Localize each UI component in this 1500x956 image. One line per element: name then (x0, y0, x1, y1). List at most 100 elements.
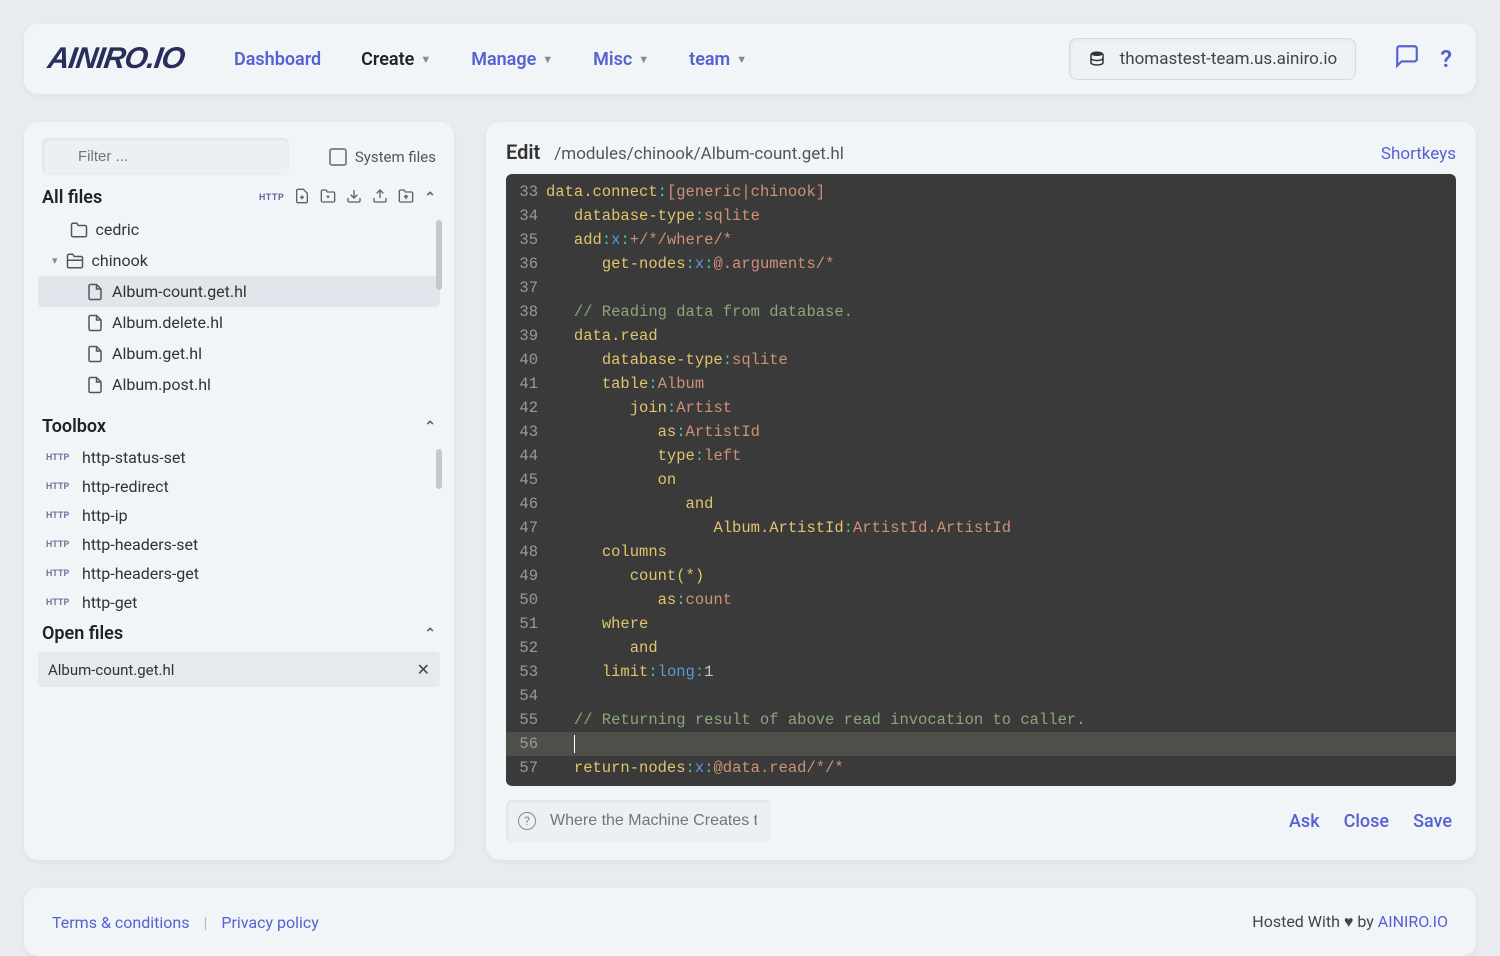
main: System files All files HTTP ⌃ ▸ cedric (24, 122, 1476, 860)
editor-header: Edit /modules/chinook/Album-count.get.hl… (506, 140, 1456, 174)
help-icon[interactable]: ? (1440, 45, 1452, 73)
file-icon (86, 283, 104, 301)
chevron-down-icon: ▼ (638, 53, 649, 66)
toolbox-item[interactable]: HTTP http-headers-get (38, 559, 440, 588)
scrollbar[interactable] (436, 220, 442, 290)
help-circle-icon: ? (518, 812, 536, 830)
http-badge-icon: HTTP (46, 482, 74, 492)
toolbox-item[interactable]: HTTPhttp-headers-set (38, 530, 440, 559)
chevron-down-icon: ▼ (736, 53, 747, 66)
open-file-item[interactable]: Album-count.get.hl ✕ (38, 652, 440, 687)
file-name: Album.delete.hl (112, 313, 223, 332)
heart-icon: ♥ (1344, 912, 1354, 931)
editor-panel: Edit /modules/chinook/Album-count.get.hl… (486, 122, 1476, 860)
chat-icon[interactable] (1394, 43, 1420, 75)
hosted-by-text: by (1357, 912, 1377, 931)
all-files-title: All files (42, 187, 102, 208)
system-files-label: System files (355, 148, 436, 166)
toolbox-name: http-headers-get (82, 564, 199, 583)
open-files-header: Open files ⌃ (34, 611, 444, 650)
code-editor[interactable]: 33data.connect:[generic|chinook]34 datab… (506, 174, 1456, 786)
toolbox-title: Toolbox (42, 416, 106, 437)
open-files-title: Open files (42, 623, 123, 644)
collapse-icon[interactable]: ⌃ (424, 626, 436, 642)
nav-misc-label: Misc (593, 49, 632, 70)
file-name: Album.post.hl (112, 375, 211, 394)
new-file-icon[interactable] (294, 188, 310, 208)
file-tree: ▸ cedric ▾ chinook Album-count.get.hl Al… (34, 214, 444, 404)
file-item[interactable]: Album.put.hl (38, 400, 440, 404)
folder-item[interactable]: ▾ chinook (38, 245, 440, 276)
nav-create[interactable]: Create ▼ (351, 41, 441, 78)
toolbox-item[interactable]: HTTP http-status-set (38, 443, 440, 472)
nav-team[interactable]: team ▼ (679, 41, 757, 78)
save-button[interactable]: Save (1409, 805, 1456, 838)
editor-path: /modules/chinook/Album-count.get.hl (554, 144, 844, 164)
database-icon (1088, 50, 1106, 68)
shortkeys-link[interactable]: Shortkeys (1381, 144, 1456, 164)
folder-icon (70, 221, 88, 239)
brand-logo: AINIRO.IO (46, 42, 187, 76)
file-item[interactable]: Album.delete.hl (38, 307, 440, 338)
upload-icon[interactable] (372, 188, 388, 208)
folder-item[interactable]: ▸ cedric (38, 214, 440, 245)
toolbox-item[interactable]: HTTPhttp-get (38, 588, 440, 611)
download-icon[interactable] (346, 188, 362, 208)
file-icon (86, 314, 104, 332)
nav-create-label: Create (361, 49, 414, 70)
toolbox-name: http-status-set (82, 448, 186, 467)
scrollbar[interactable] (436, 449, 442, 489)
editor-title: Edit (506, 140, 540, 164)
filter-input[interactable] (42, 138, 289, 175)
brand-link[interactable]: AINIRO.IO (1378, 912, 1448, 931)
toolbox-list: HTTP http-status-set HTTP http-redirect HT… (34, 443, 444, 611)
team-display[interactable]: thomastest-team.us.ainiro.io (1069, 38, 1357, 80)
close-button[interactable]: Close (1340, 805, 1393, 838)
divider: | (203, 913, 207, 932)
toolbox-header: Toolbox ⌃ (34, 404, 444, 443)
file-icon (86, 376, 104, 394)
nav-manage[interactable]: Manage ▼ (461, 41, 563, 78)
http-badge-icon: HTTP (46, 569, 74, 579)
folder-name: chinook (92, 251, 148, 270)
hosted-text: Hosted With (1252, 912, 1344, 931)
http-badge-icon: HTTP (46, 511, 74, 521)
nav-manage-label: Manage (471, 49, 536, 70)
toolbox-name: http-headers-set (82, 535, 198, 554)
toolbox-name: http-ip (82, 506, 128, 525)
collapse-icon[interactable]: ⌃ (424, 190, 436, 206)
ask-button[interactable]: Ask (1285, 805, 1324, 838)
new-folder-icon[interactable] (320, 188, 336, 208)
nav-dashboard[interactable]: Dashboard (224, 41, 331, 78)
file-name: Album.get.hl (112, 344, 202, 363)
privacy-link[interactable]: Privacy policy (221, 913, 319, 932)
checkbox-icon (329, 148, 347, 166)
footer: Terms & conditions | Privacy policy Host… (24, 888, 1476, 956)
file-item[interactable]: Album-count.get.hl (38, 276, 440, 307)
all-files-header: All files HTTP ⌃ (34, 175, 444, 214)
chevron-down-icon: ▾ (52, 254, 58, 267)
ai-prompt-input[interactable] (506, 800, 771, 842)
toolbox-item[interactable]: HTTP http-ip (38, 501, 440, 530)
chevron-down-icon: ▼ (542, 53, 553, 66)
http-badge-icon[interactable]: HTTP (259, 193, 284, 203)
system-files-checkbox[interactable]: System files (329, 148, 436, 166)
chevron-down-icon: ▼ (420, 53, 431, 66)
file-item[interactable]: Album.post.hl (38, 369, 440, 400)
topbar-icons: ? (1394, 43, 1452, 75)
nav-team-label: team (689, 49, 730, 70)
toolbox-item[interactable]: HTTP http-redirect (38, 472, 440, 501)
upload-folder-icon[interactable] (398, 188, 414, 208)
toolbox-name: http-get (82, 593, 137, 611)
nav-misc[interactable]: Misc ▼ (583, 41, 659, 78)
toolbox-name: http-redirect (82, 477, 169, 496)
http-badge-icon: HTTP (46, 453, 74, 463)
file-item[interactable]: Album.get.hl (38, 338, 440, 369)
collapse-icon[interactable]: ⌃ (424, 419, 436, 435)
file-icon (86, 345, 104, 363)
sidebar: System files All files HTTP ⌃ ▸ cedric (24, 122, 454, 860)
terms-link[interactable]: Terms & conditions (52, 913, 189, 932)
close-icon[interactable]: ✕ (417, 660, 430, 679)
folder-name: cedric (96, 220, 140, 239)
open-file-name: Album-count.get.hl (48, 661, 174, 679)
